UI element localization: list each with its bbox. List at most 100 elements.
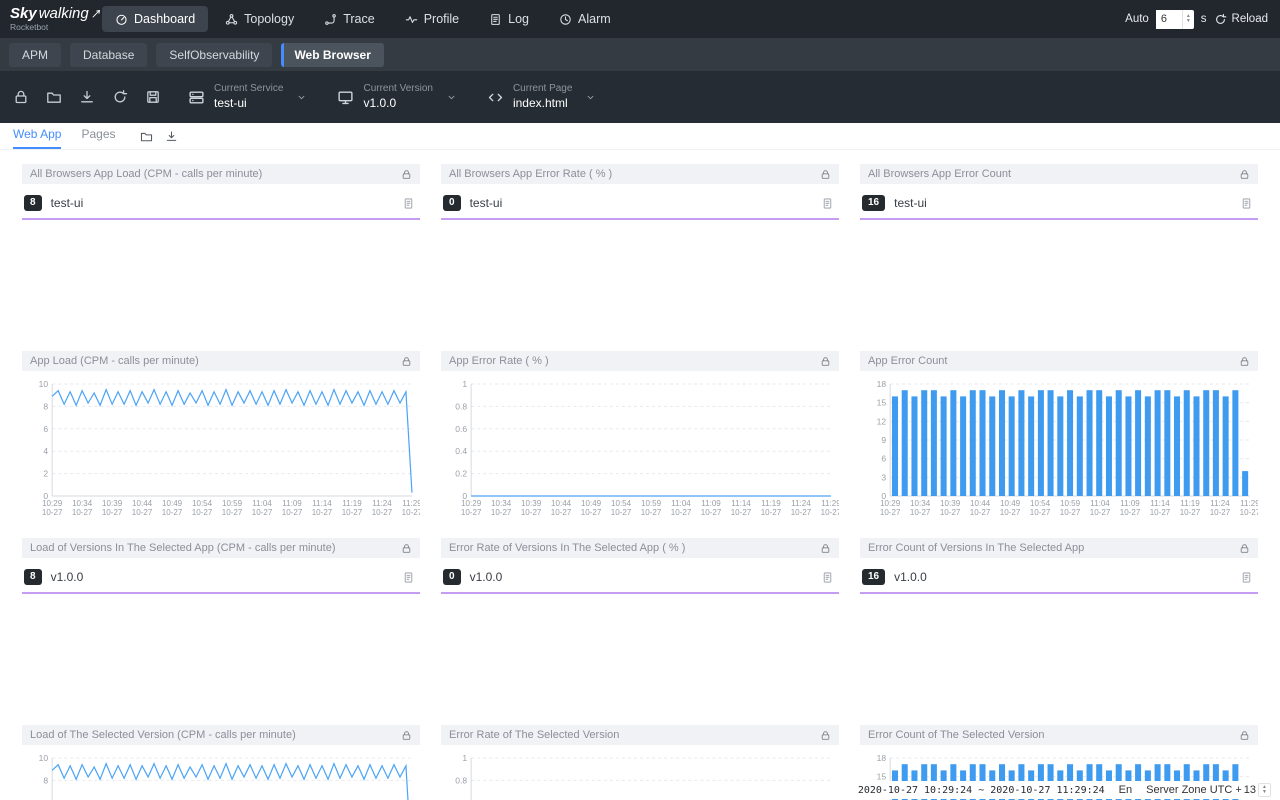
interval-stepper[interactable]: ▲▼ [1182,10,1194,29]
svg-text:11:09: 11:09 [282,499,302,508]
svg-text:10:39: 10:39 [940,499,961,508]
nav-item-profile[interactable]: Profile [392,6,472,32]
nav-item-topology[interactable]: Topology [212,6,307,32]
document-icon[interactable] [402,571,415,584]
subtab-web-app[interactable]: Web App [13,127,61,149]
svg-text:10-27: 10-27 [192,508,213,517]
refresh-button[interactable] [103,79,136,115]
chart-area: 024681010:2910-2710:3410-2710:3910-2710:… [22,374,420,527]
lock-icon[interactable] [401,356,412,367]
svg-text:11:24: 11:24 [791,499,811,508]
svg-text:0.8: 0.8 [455,401,467,411]
folder-icon[interactable] [140,130,153,143]
svg-text:18: 18 [877,379,887,389]
document-icon[interactable] [821,571,834,584]
save-icon [145,89,161,105]
svg-text:10-27: 10-27 [342,508,363,517]
svg-text:18: 18 [877,753,887,763]
export-button[interactable] [70,79,103,115]
lock-icon[interactable] [401,730,412,741]
metric-underline [441,218,839,220]
svg-text:6: 6 [43,424,48,434]
svg-text:9: 9 [881,435,886,445]
svg-text:10:44: 10:44 [551,499,572,508]
import-button[interactable] [37,79,70,115]
language-selector[interactable]: En [1119,784,1132,796]
lock-icon[interactable] [1239,356,1250,367]
dashboard-toolbar: Current Service test-ui Current Version … [0,71,1280,123]
page-code-icon [487,89,504,106]
card-header: Load of Versions In The Selected App (CP… [22,538,420,558]
svg-text:10:59: 10:59 [222,499,243,508]
nav-item-trace[interactable]: Trace [311,6,388,32]
chart-card: App Load (CPM - calls per minute) 0246810… [22,351,420,527]
svg-text:10-27: 10-27 [1030,508,1051,517]
svg-text:10-27: 10-27 [162,508,183,517]
metric-row: 8test-ui [22,184,420,218]
svg-text:10-27: 10-27 [1180,508,1201,517]
tab-selfobservability[interactable]: SelfObservability [156,43,272,67]
svg-text:0.2: 0.2 [455,469,467,479]
reload-icon [1214,13,1227,26]
card-title: Error Rate of Versions In The Selected A… [449,542,820,554]
metric-underline [441,592,839,594]
lock-icon[interactable] [401,543,412,554]
time-range[interactable]: 2020-10-27 10:29:24 ~ 2020-10-27 11:29:2… [858,785,1105,796]
lock-icon[interactable] [401,169,412,180]
lock-icon[interactable] [1239,543,1250,554]
download-icon[interactable] [165,130,178,143]
auto-unit: s [1201,13,1207,25]
svg-text:10-27: 10-27 [821,508,839,517]
current-page-selector[interactable]: Current Page index.html [472,83,611,111]
card-header: App Error Rate ( % ) [441,351,839,371]
document-icon[interactable] [1240,571,1253,584]
svg-text:11:19: 11:19 [342,499,362,508]
zone-stepper[interactable]: ▲▼ [1258,783,1271,797]
lock-icon[interactable] [820,169,831,180]
chart-card: All Browsers App Error Rate ( % )0test-u… [441,164,839,340]
metric-underline [860,592,1258,594]
chart-area: 00.20.40.60.8110:2910-2710:3410-2710:391… [441,374,839,527]
lock-icon[interactable] [1239,169,1250,180]
save-button[interactable] [136,79,169,115]
card-header: Load of The Selected Version (CPM - call… [22,725,420,745]
version-icon [337,89,354,106]
trace-icon [324,13,337,26]
tab-apm[interactable]: APM [9,43,61,67]
svg-text:10-27: 10-27 [42,508,63,517]
lock-edit-button[interactable] [4,79,37,115]
document-icon[interactable] [1240,197,1253,210]
card-title: All Browsers App Load (CPM - calls per m… [30,168,401,180]
nav-item-dashboard[interactable]: Dashboard [102,6,208,32]
auto-interval-input[interactable] [1156,10,1182,29]
tab-web-browser[interactable]: Web Browser [281,43,383,67]
nav-item-log[interactable]: Log [476,6,542,32]
svg-text:10-27: 10-27 [910,508,931,517]
lock-icon[interactable] [820,356,831,367]
svg-text:11:19: 11:19 [1180,499,1200,508]
card-title: Load of The Selected Version (CPM - call… [30,729,401,741]
svg-text:3: 3 [881,472,886,482]
svg-text:10-27: 10-27 [1090,508,1111,517]
lock-icon[interactable] [1239,730,1250,741]
document-icon[interactable] [821,197,834,210]
lock-icon[interactable] [820,730,831,741]
lock-icon[interactable] [820,543,831,554]
nav-item-alarm[interactable]: Alarm [546,6,624,32]
zone-value[interactable]: 13 [1244,784,1256,796]
folder-icon [46,89,62,105]
chart-card: Error Rate of The Selected Version00.20.… [441,725,839,800]
svg-text:11:04: 11:04 [252,499,272,508]
current-version-selector[interactable]: Current Version v1.0.0 [322,83,471,111]
current-service-selector[interactable]: Current Service test-ui [173,83,322,111]
svg-text:12: 12 [877,416,887,426]
subtab-pages[interactable]: Pages [81,127,115,149]
card-title: Error Count of Versions In The Selected … [868,542,1239,554]
svg-text:1: 1 [462,753,467,763]
reload-button[interactable]: Reload [1214,13,1268,26]
svg-text:0.6: 0.6 [455,424,467,434]
card-header: App Load (CPM - calls per minute) [22,351,420,371]
document-icon[interactable] [402,197,415,210]
metric-row: 8v1.0.0 [22,558,420,592]
tab-database[interactable]: Database [70,43,147,67]
